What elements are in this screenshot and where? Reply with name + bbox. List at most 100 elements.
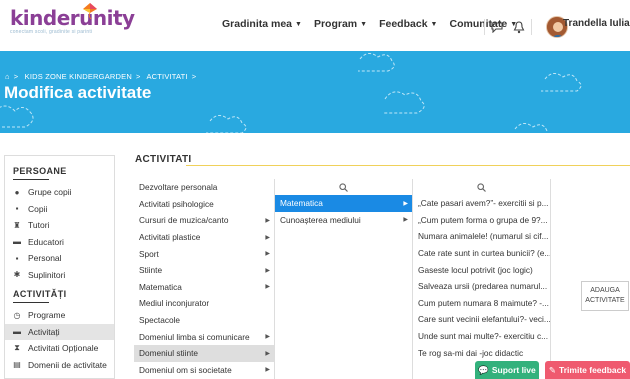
sidebar-item-suplinitori[interactable]: ✱ Suplinitori: [5, 267, 114, 284]
category-item[interactable]: Matematica ▶: [134, 279, 274, 296]
category-item[interactable]: Sport ▶: [134, 245, 274, 262]
sidebar-item-grupe-copii[interactable]: ● Grupe copii: [5, 184, 114, 201]
activity-item[interactable]: Numara animalele! (numarul si cif...: [413, 228, 550, 245]
edit-icon: ✎: [548, 364, 557, 375]
category-label: Domeniul limba si comunicare: [139, 331, 250, 342]
chevron-down-icon: ▼: [430, 20, 438, 28]
support-live-button[interactable]: 💬 Suport live: [475, 361, 539, 379]
activity-item[interactable]: „Cum putem forma o grupa de 9?...: [413, 212, 550, 229]
breadcrumb-item-activitati[interactable]: ACTIVITATI: [146, 72, 187, 81]
nav-program[interactable]: Program ▼: [314, 18, 367, 30]
chevron-right-icon: ▶: [403, 217, 408, 224]
activity-item[interactable]: „Cate pasari avem?”- exercitii si p...: [413, 195, 550, 212]
page-title: Modifica activitate: [4, 83, 152, 102]
sidebar-item-tutori[interactable]: ♜ Tutori: [5, 217, 114, 234]
child-icon: ▪: [15, 204, 19, 214]
feedback-label: Trimite feedback: [559, 365, 627, 375]
category-item[interactable]: Domeniul limba si comunicare ▶: [134, 328, 274, 345]
category-label: Matematica: [139, 281, 182, 292]
sidebar-item-personal[interactable]: ▪ Personal: [5, 250, 114, 267]
logo[interactable]: kinderunity conectam scoli, gradinite si…: [10, 3, 135, 35]
person-icon: ▪: [15, 253, 19, 263]
activity-item[interactable]: Gaseste locul potrivit (joc logic): [413, 261, 550, 278]
add-activity-button[interactable]: ADAUGA ACTIVITATE: [581, 281, 629, 311]
breadcrumb-sep: >: [135, 72, 141, 81]
search-icon[interactable]: [275, 179, 412, 195]
category-item[interactable]: Activitati psihologice: [134, 196, 274, 213]
subcategory-column: Matematica ▶ Cunoașterea mediului ▶: [274, 179, 412, 379]
subcategory-label: Cunoașterea mediului: [280, 214, 361, 225]
sidebar-item-label: Activitati Opționale: [28, 343, 99, 354]
chevron-right-icon: ▶: [265, 251, 270, 258]
activity-item[interactable]: Care sunt vecinii elefantului?- veci...: [413, 311, 550, 328]
chevron-right-icon: ▶: [265, 234, 270, 241]
user-name[interactable]: Trandella Iulia: [563, 18, 630, 29]
sidebar-item-label: Educatori: [28, 236, 64, 247]
category-item[interactable]: Dezvoltare personala: [134, 179, 274, 196]
sidebar-item-domenii-de-activitate[interactable]: ▤ Domenii de activitate: [5, 357, 114, 374]
breadcrumb-sep: >: [13, 72, 19, 81]
sidebar-item-label: Domenii de activitate: [28, 359, 107, 370]
category-item[interactable]: Stiinte ▶: [134, 262, 274, 279]
search-icon[interactable]: [413, 179, 550, 195]
chevron-right-icon: ▶: [265, 217, 270, 224]
nav-feedback[interactable]: Feedback ▼: [379, 18, 437, 30]
support-label: Suport live: [491, 365, 536, 375]
add-button-line1: ADAUGA: [590, 287, 620, 294]
category-label: Stiinte: [139, 265, 163, 276]
section-underline: [13, 302, 49, 303]
clock-icon: ◷: [13, 310, 21, 320]
group-icon: ●: [14, 187, 20, 197]
sidebar-item-activita-i[interactable]: ▬ Activitați: [5, 323, 114, 340]
nav-label: Feedback: [379, 18, 428, 30]
category-item[interactable]: Domeniul stiinte ▶: [134, 344, 274, 362]
category-label: Dezvoltare personala: [139, 182, 218, 193]
send-feedback-button[interactable]: ✎ Trimite feedback: [545, 361, 630, 379]
activity-item[interactable]: Cate rate sunt in curtea bunicii? (e...: [413, 245, 550, 262]
substitute-icon: ✱: [13, 270, 21, 280]
category-item[interactable]: Mediul inconjurator: [134, 295, 274, 312]
category-item[interactable]: Domeniul om si societate ▶: [134, 362, 274, 379]
category-item[interactable]: Cursuri de muzica/canto ▶: [134, 212, 274, 229]
activity-column: „Cate pasari avem?”- exercitii si p... „C…: [412, 179, 551, 379]
activity-item[interactable]: Unde sunt mai multe?- exercitiu c...: [413, 328, 550, 345]
subcategory-label: Matematica: [280, 198, 323, 209]
brand-name: kinderunity: [10, 6, 135, 30]
sidebar-section-title-persoane: PERSOANE: [13, 166, 67, 176]
sidebar-item-educatori[interactable]: ▬ Educatori: [5, 234, 114, 251]
hourglass-icon: ⧗: [14, 343, 20, 353]
activity-item[interactable]: Te rog sa-mi dai -joc didactic: [413, 344, 550, 361]
activity-item[interactable]: Salveaza ursii (predarea numarul...: [413, 278, 550, 295]
sidebar-item-activitati-op-ionale[interactable]: ⧗ Activitati Opționale: [5, 340, 114, 357]
category-item[interactable]: Activitati plastice ▶: [134, 229, 274, 246]
sidebar-item-label: Copii: [28, 203, 48, 214]
section-title: ACTIVITATI: [135, 154, 192, 165]
tutor-icon: ♜: [13, 220, 21, 230]
category-label: Sport: [139, 248, 159, 259]
subcategory-item[interactable]: Cunoașterea mediului ▶: [275, 212, 412, 229]
sidebar-item-label: Tutori: [28, 220, 50, 231]
sidebar-section-title-activitati: ACTIVITĂȚI: [13, 289, 67, 299]
breadcrumb-item-kindergarden[interactable]: KIDS ZONE KINDERGARDEN: [25, 72, 132, 81]
home-icon[interactable]: ⌂: [5, 72, 10, 81]
chevron-right-icon: ▶: [403, 200, 408, 207]
chevron-right-icon: ▶: [265, 350, 270, 357]
educator-icon: ▬: [13, 237, 21, 247]
sidebar-item-label: Activitați: [28, 326, 60, 337]
nav-label: Program: [313, 18, 358, 30]
chat-bubble-icon: 💬: [478, 364, 489, 375]
bell-icon[interactable]: [513, 20, 525, 34]
nav-gradinita-mea[interactable]: Gradinita mea ▼: [222, 18, 302, 30]
divider: [531, 19, 532, 35]
subcategory-item[interactable]: Matematica ▶: [275, 195, 412, 212]
category-item[interactable]: Spectacole: [134, 312, 274, 329]
activity-item[interactable]: Cum putem numara 8 maimute? -...: [413, 295, 550, 312]
category-label: Domeniul stiinte: [139, 348, 199, 359]
sidebar-item-programe[interactable]: ◷ Programe: [5, 307, 114, 324]
chat-icon[interactable]: [491, 21, 503, 33]
category-label: Spectacole: [139, 315, 181, 326]
sidebar-item-copii[interactable]: ▪ Copii: [5, 201, 114, 218]
page-banner: ⌂ > KIDS ZONE KINDERGARDEN > ACTIVITATI > M…: [0, 51, 630, 133]
header-icons: [478, 16, 568, 38]
chevron-down-icon: ▼: [360, 20, 368, 28]
